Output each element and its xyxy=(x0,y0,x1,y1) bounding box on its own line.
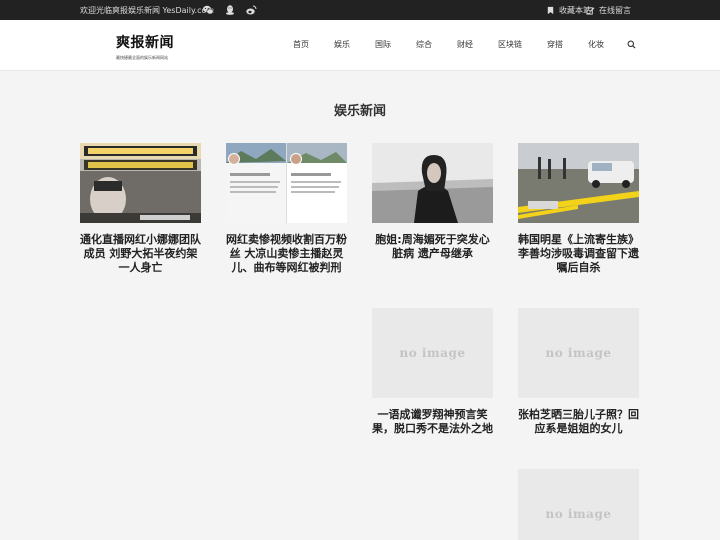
article-card[interactable]: 胞姐:周海媚死于突发心脏病 遗产母继承 xyxy=(372,143,493,261)
no-image-text: no image xyxy=(399,346,466,360)
message-link[interactable]: 在线留言 xyxy=(586,4,631,16)
page-title: 娱乐新闻 xyxy=(333,104,386,119)
article-thumbnail[interactable] xyxy=(226,143,347,223)
article-card[interactable]: 通化直播网红小娜娜团队成员 刘野大拓半夜约架一人身亡 xyxy=(80,143,201,275)
nav-item-fashion[interactable]: 穿搭 xyxy=(547,39,563,50)
nav-item-makeup[interactable]: 化妆 xyxy=(588,39,604,50)
nav-item-general[interactable]: 综合 xyxy=(416,39,432,50)
article-card[interactable]: 韩国明星《上流寄生族》李善均涉吸毒调查留下遗嘱后自杀 xyxy=(518,143,639,275)
article-title[interactable]: 通化直播网红小娜娜团队成员 刘野大拓半夜约架一人身亡 xyxy=(80,233,201,275)
article-title[interactable]: 一语成谶罗翔神预言笑果，脱口秀不是法外之地 xyxy=(372,408,493,436)
nav-item-blockchain[interactable]: 区块链 xyxy=(498,39,522,50)
article-title[interactable]: 张柏芝晒三胎儿子照？回应系是姐姐的女儿 xyxy=(518,408,639,436)
no-image-text: no image xyxy=(545,346,612,360)
message-label: 在线留言 xyxy=(599,5,631,15)
nav-item-entertainment[interactable]: 娱乐 xyxy=(334,39,350,50)
no-image-placeholder[interactable]: no image xyxy=(372,308,493,398)
site-header: 爽报新闻 最快捷最全面的娱乐新闻网站 首页 娱乐 国际 综合 财经 区块链 穿搭… xyxy=(0,20,720,71)
no-image-text: no image xyxy=(545,507,612,521)
article-title[interactable]: 胞姐:周海媚死于突发心脏病 遗产母继承 xyxy=(372,233,493,261)
no-image-placeholder[interactable]: no image xyxy=(518,469,639,540)
nav-item-international[interactable]: 国际 xyxy=(375,39,391,50)
top-bar: 欢迎光临爽报娱乐新闻 YesDaily.com 收藏本站 在线留言 xyxy=(0,0,720,20)
edit-icon xyxy=(586,6,595,15)
site-logo[interactable]: 爽报新闻 最快捷最全面的娱乐新闻网站 xyxy=(116,32,176,66)
qq-icon[interactable] xyxy=(224,4,236,16)
article-thumbnail[interactable] xyxy=(518,143,639,223)
welcome-text: 欢迎光临爽报娱乐新闻 YesDaily.com xyxy=(80,6,215,15)
article-thumbnail[interactable] xyxy=(372,143,493,223)
bookmark-icon xyxy=(546,6,555,15)
article-title[interactable]: 韩国明星《上流寄生族》李善均涉吸毒调查留下遗嘱后自杀 xyxy=(518,233,639,275)
logo-title: 爽报新闻 xyxy=(116,35,174,51)
article-card[interactable]: no image xyxy=(518,469,639,540)
bookmark-link[interactable]: 收藏本站 xyxy=(546,4,591,16)
article-card[interactable]: no image 张柏芝晒三胎儿子照？回应系是姐姐的女儿 xyxy=(518,308,639,436)
article-card[interactable]: 网红卖惨视频收割百万粉丝 大凉山卖惨主播赵灵儿、曲布等网红被判刑 xyxy=(226,143,347,275)
article-thumbnail[interactable] xyxy=(80,143,201,223)
logo-subtitle: 最快捷最全面的娱乐新闻网站 xyxy=(116,55,168,60)
article-title[interactable]: 网红卖惨视频收割百万粉丝 大凉山卖惨主播赵灵儿、曲布等网红被判刑 xyxy=(226,233,347,275)
weibo-icon[interactable] xyxy=(245,4,257,16)
no-image-placeholder[interactable]: no image xyxy=(518,308,639,398)
wechat-icon[interactable] xyxy=(202,4,214,16)
nav-item-finance[interactable]: 财经 xyxy=(457,39,473,50)
nav-item-home[interactable]: 首页 xyxy=(293,39,309,50)
search-icon[interactable] xyxy=(627,40,636,49)
article-card[interactable]: no image 一语成谶罗翔神预言笑果，脱口秀不是法外之地 xyxy=(372,308,493,436)
